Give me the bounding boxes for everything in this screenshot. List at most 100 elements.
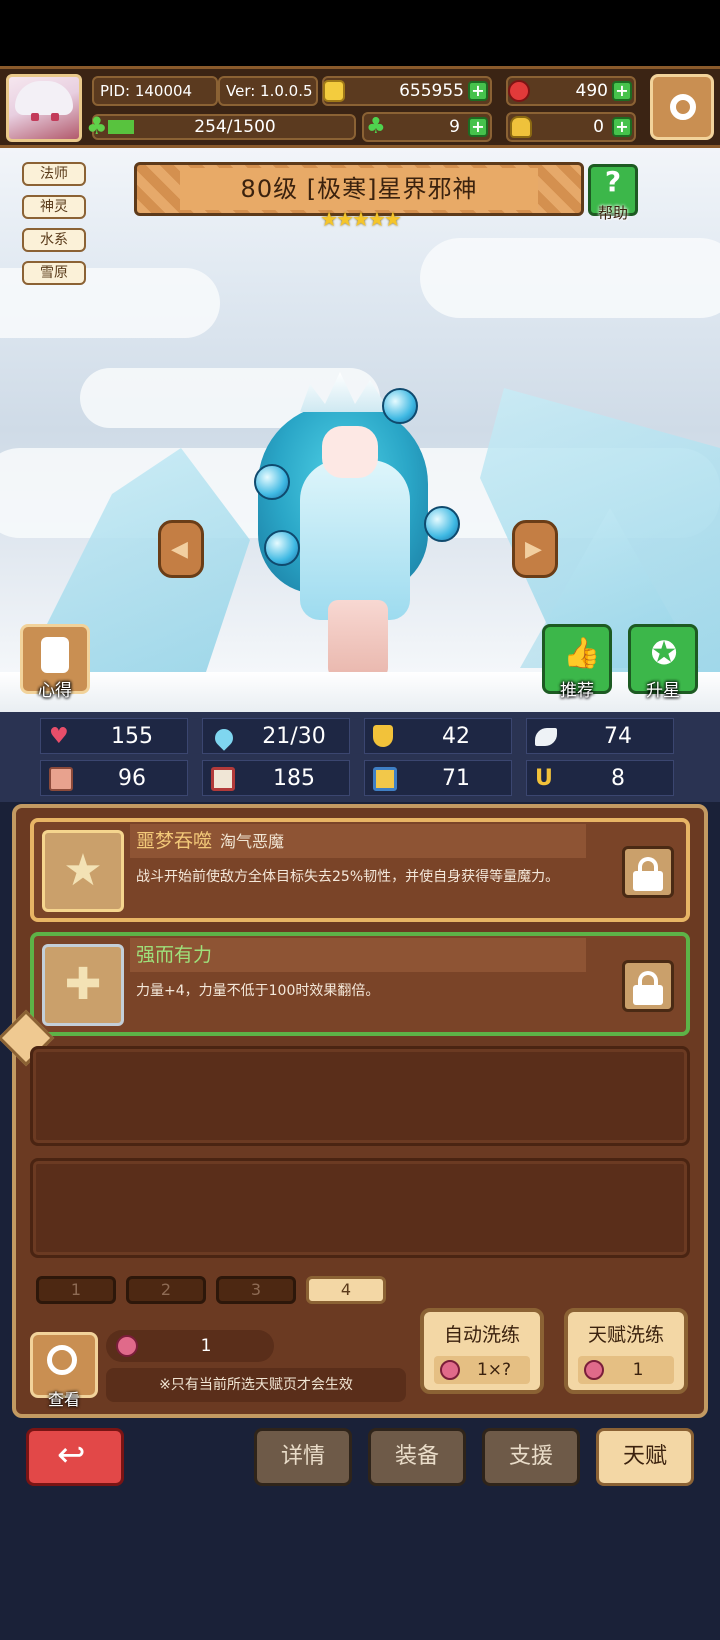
hero-legs bbox=[328, 600, 388, 678]
stat-intellect: 185 bbox=[202, 760, 350, 796]
fruit-icon bbox=[584, 1360, 604, 1380]
stat-value: 74 bbox=[604, 724, 632, 749]
talent-lock-button[interactable] bbox=[622, 960, 674, 1012]
stat-hp: ♥ 155 bbox=[40, 718, 188, 754]
gear-icon bbox=[670, 94, 696, 120]
fruit-counter: 1 bbox=[106, 1330, 274, 1362]
version-label: Ver: 1.0.0.5 bbox=[218, 76, 318, 106]
fruit-icon bbox=[116, 1335, 138, 1357]
fruit-count: 1 bbox=[200, 1336, 212, 1356]
add-clover-button[interactable]: + bbox=[468, 117, 488, 137]
hero-body bbox=[300, 460, 410, 620]
talent-card-2[interactable]: ✚ 强而有力 力量+4，力量不低于100时效果翻倍。 bbox=[30, 932, 690, 1036]
tag-class: 法师 bbox=[22, 162, 86, 186]
thumbs-up-icon: 👍 bbox=[563, 636, 601, 671]
fist-icon bbox=[49, 767, 73, 791]
pid-label: PID: 140004 bbox=[92, 76, 218, 106]
stat-value: 8 bbox=[611, 766, 625, 791]
empty-talent-slot bbox=[30, 1158, 690, 1258]
bag-counter: 0 + bbox=[506, 112, 636, 142]
talent-page-tab-3[interactable]: 3 bbox=[216, 1276, 296, 1304]
prev-hero-button[interactable]: ◀ bbox=[158, 520, 204, 578]
stat-mana: 21/30 bbox=[202, 718, 350, 754]
settings-button[interactable] bbox=[650, 74, 714, 140]
help-label: 帮助 bbox=[597, 204, 628, 222]
talent-name: 噩梦吞噬 bbox=[136, 830, 213, 852]
tab-equipment[interactable]: 装备 bbox=[368, 1428, 466, 1486]
avatar-eye-left bbox=[31, 113, 39, 121]
tab-support[interactable]: 支援 bbox=[482, 1428, 580, 1486]
stat-strength: 96 bbox=[40, 760, 188, 796]
talent-lock-button[interactable] bbox=[622, 846, 674, 898]
recommend-label: 推荐 bbox=[560, 681, 594, 701]
talent-icon: ★ bbox=[42, 830, 124, 912]
avatar-hair bbox=[15, 81, 73, 115]
xp-value: 254/1500 bbox=[194, 117, 276, 137]
back-button[interactable]: ↩ bbox=[26, 1428, 124, 1486]
stat-value: 42 bbox=[442, 724, 470, 749]
stat-skill: 71 bbox=[364, 760, 512, 796]
gold-value: 655955 bbox=[399, 81, 464, 101]
clover-counter: ♣ 9 + bbox=[362, 112, 492, 142]
talent-name: 强而有力 bbox=[136, 944, 213, 966]
heart-icon: ♥ bbox=[49, 724, 69, 749]
cross-icon: ✚ bbox=[64, 959, 102, 1010]
fruit-icon bbox=[440, 1360, 460, 1380]
talent-name-bar: 噩梦吞噬 淘气恶魔 bbox=[130, 824, 586, 858]
gold-counter: 655955 + bbox=[322, 76, 492, 106]
add-gem-button[interactable]: + bbox=[612, 81, 632, 101]
question-icon: ? bbox=[604, 165, 622, 198]
insight-label: 心得 bbox=[38, 681, 72, 701]
auto-wash-button[interactable]: 自动洗练 1×? bbox=[420, 1308, 544, 1394]
stat-value: 21/30 bbox=[262, 724, 326, 749]
magnifier-icon bbox=[47, 1345, 77, 1375]
notebook-icon bbox=[41, 637, 69, 673]
gold-coin-icon bbox=[323, 80, 345, 102]
clover-icon: ♣ bbox=[366, 114, 386, 139]
arrow-right-icon: ▶ bbox=[525, 537, 542, 562]
talent-card-1[interactable]: ★ 噩梦吞噬 淘气恶魔 战斗开始前使敌方全体目标失去25%韧性，并使自身获得等量魔… bbox=[30, 818, 690, 922]
arrow-left-icon: ◀ bbox=[171, 537, 188, 562]
gem-counter: 490 + bbox=[506, 76, 636, 106]
talent-page-note: ※只有当前所选天赋页才会生效 bbox=[106, 1368, 406, 1402]
gem-value: 490 bbox=[575, 81, 608, 101]
talent-description: 力量+4，力量不低于100时效果翻倍。 bbox=[136, 983, 380, 999]
droplet-icon bbox=[211, 725, 237, 751]
wing-icon bbox=[535, 728, 557, 746]
tab-details[interactable]: 详情 bbox=[254, 1428, 352, 1486]
auto-wash-cost-value: 1×? bbox=[476, 1360, 512, 1380]
ice-orb bbox=[264, 530, 300, 566]
tag-element: 水系 bbox=[22, 228, 86, 252]
stat-luck: U 8 bbox=[526, 760, 674, 796]
auto-wash-cost: 1×? bbox=[434, 1356, 530, 1384]
hero-title: 80级 [极寒]星界邪神 bbox=[180, 168, 538, 210]
next-hero-button[interactable]: ▶ bbox=[512, 520, 558, 578]
stat-value: 71 bbox=[442, 766, 470, 791]
talent-name-bar: 强而有力 bbox=[130, 938, 586, 972]
tag-terrain: 雪原 bbox=[22, 261, 86, 285]
ice-orb bbox=[254, 464, 290, 500]
tag-race: 神灵 bbox=[22, 195, 86, 219]
stat-defense: 42 bbox=[364, 718, 512, 754]
cloud bbox=[420, 238, 720, 318]
talent-wash-cost: 1 bbox=[578, 1356, 674, 1384]
clover-value: 9 bbox=[449, 117, 460, 137]
talent-subtitle: 淘气恶魔 bbox=[220, 832, 285, 851]
talent-page-tab-1[interactable]: 1 bbox=[36, 1276, 116, 1304]
shield-icon bbox=[373, 725, 393, 747]
stat-value: 155 bbox=[111, 724, 153, 749]
star-up-label: 升星 bbox=[646, 681, 680, 701]
add-gold-button[interactable]: + bbox=[468, 81, 488, 101]
lock-icon-body bbox=[633, 871, 663, 891]
lock-icon-body bbox=[633, 985, 663, 1005]
stat-agility: 74 bbox=[526, 718, 674, 754]
talent-page-tab-4[interactable]: 4 bbox=[306, 1276, 386, 1304]
talent-page-tab-2[interactable]: 2 bbox=[126, 1276, 206, 1304]
talent-wash-cost-value: 1 bbox=[632, 1360, 644, 1380]
money-bag-icon bbox=[510, 116, 532, 138]
empty-talent-slot bbox=[30, 1046, 690, 1146]
add-bag-button[interactable]: + bbox=[612, 117, 632, 137]
talent-wash-button[interactable]: 天赋洗练 1 bbox=[564, 1308, 688, 1394]
tab-talent[interactable]: 天赋 bbox=[596, 1428, 694, 1486]
player-avatar[interactable] bbox=[6, 74, 82, 142]
